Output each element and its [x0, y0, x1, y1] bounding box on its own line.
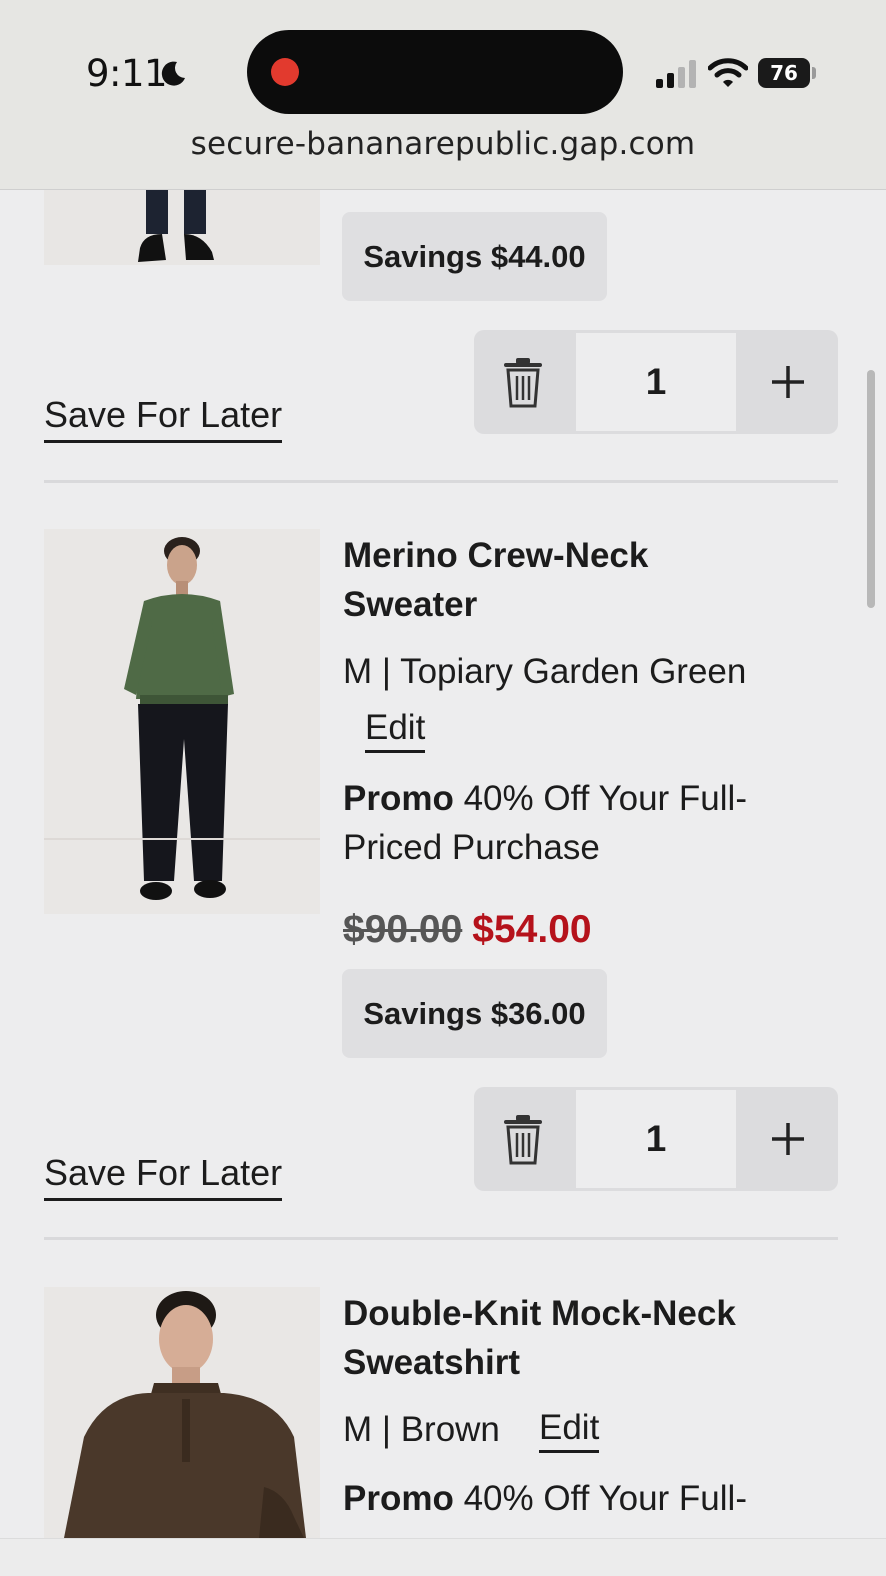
page-scrollbar[interactable]	[867, 370, 875, 608]
savings-badge: Savings $36.00	[342, 969, 607, 1058]
quantity-stepper: 1	[474, 330, 838, 434]
promo-text: Promo 40% Off Your Full- Priced Purchase	[343, 774, 813, 872]
wifi-icon	[708, 58, 748, 87]
moon-icon	[161, 61, 185, 86]
quantity-value[interactable]: 1	[576, 1090, 736, 1188]
cellular-signal-icon	[656, 60, 696, 88]
product-variant: M | Topiary Garden Green	[343, 652, 747, 691]
product-title-line[interactable]: Merino Crew-Neck	[343, 531, 648, 580]
battery-icon: 76	[758, 58, 816, 88]
product-image[interactable]	[44, 529, 320, 914]
promo-description-continued: Priced Purchase	[343, 828, 600, 867]
plus-icon[interactable]	[770, 364, 806, 400]
product-variant: M | Brown	[343, 1410, 500, 1449]
plus-icon[interactable]	[770, 1121, 806, 1157]
product-title[interactable]: Merino Crew-Neck Sweater	[343, 531, 648, 629]
browser-header: 9:11 76 secure-bananarepublic.gap.com	[0, 0, 886, 190]
battery-level: 76	[758, 58, 810, 88]
divider	[44, 480, 838, 483]
save-for-later-link[interactable]: Save For Later	[44, 1151, 283, 1201]
product-title-line[interactable]: Double-Knit Mock-Neck	[343, 1289, 736, 1338]
edit-link[interactable]: Edit	[539, 1408, 600, 1453]
status-time: 9:11	[86, 52, 168, 95]
browser-bottom-bar	[0, 1538, 886, 1576]
quantity-value[interactable]: 1	[576, 333, 736, 431]
sale-price: $54.00	[472, 908, 592, 951]
promo-description: 40% Off Your Full-	[453, 1479, 747, 1518]
product-title[interactable]: Double-Knit Mock-Neck Sweatshirt	[343, 1289, 736, 1387]
quantity-stepper: 1	[474, 1087, 838, 1191]
savings-badge: Savings $44.00	[342, 212, 607, 301]
save-for-later-link[interactable]: Save For Later	[44, 393, 283, 443]
product-title-line[interactable]: Sweater	[343, 580, 648, 629]
promo-description: 40% Off Your Full-	[453, 779, 747, 818]
promo-label: Promo	[343, 779, 454, 818]
promo-label: Promo	[343, 1479, 454, 1518]
product-image[interactable]	[44, 190, 320, 265]
dynamic-island	[247, 30, 623, 114]
product-title-line[interactable]: Sweatshirt	[343, 1338, 736, 1387]
original-price: $90.00	[343, 908, 463, 951]
divider	[44, 1237, 838, 1240]
price: $90.00 $54.00	[343, 908, 592, 952]
trash-icon[interactable]	[502, 358, 544, 408]
product-image[interactable]	[44, 1287, 320, 1538]
address-bar-url[interactable]: secure-bananarepublic.gap.com	[0, 126, 886, 162]
recording-indicator-icon	[271, 58, 299, 86]
trash-icon[interactable]	[502, 1115, 544, 1165]
promo-text: Promo 40% Off Your Full-	[343, 1474, 813, 1523]
edit-link[interactable]: Edit	[365, 708, 426, 753]
